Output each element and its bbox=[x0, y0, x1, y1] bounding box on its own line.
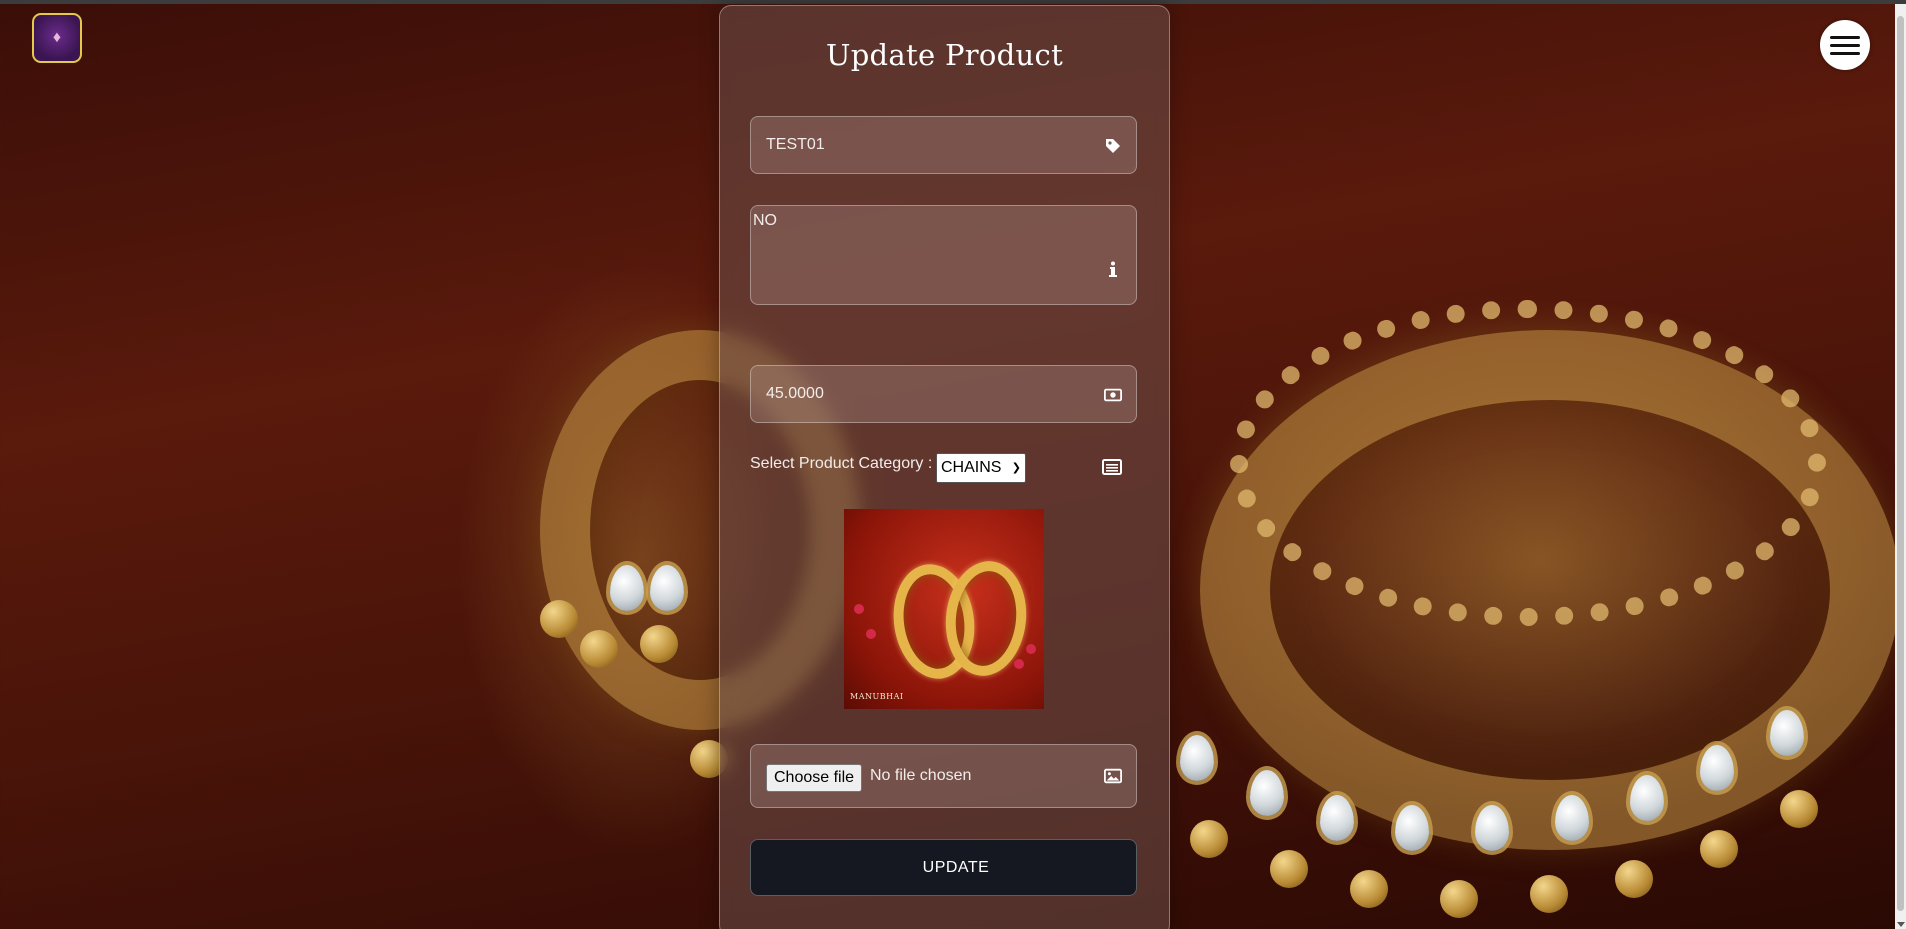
logo[interactable]: ♦ bbox=[32, 13, 82, 63]
tag-icon bbox=[1104, 137, 1122, 155]
preview-brand-logo: MANUBHAI bbox=[850, 692, 904, 701]
hamburger-menu-line bbox=[1830, 51, 1860, 55]
hamburger-menu-icon bbox=[1830, 35, 1860, 39]
page-title: Update Product bbox=[825, 38, 1064, 72]
choose-file-button[interactable]: Choose file bbox=[766, 764, 863, 792]
money-icon bbox=[1104, 386, 1122, 404]
menu-button[interactable] bbox=[1820, 20, 1870, 70]
category-row: Select Product Category : CHAINS ❯ bbox=[750, 453, 1137, 485]
description-field[interactable]: NO bbox=[750, 205, 1137, 305]
info-icon bbox=[1104, 260, 1122, 278]
vertical-scrollbar[interactable] bbox=[1895, 4, 1906, 929]
image-icon bbox=[1104, 767, 1122, 785]
logo-icon: ♦ bbox=[52, 29, 62, 46]
price-field[interactable]: 45.0000 bbox=[750, 365, 1137, 423]
update-button[interactable]: UPDATE bbox=[750, 839, 1137, 896]
hamburger-menu-line bbox=[1830, 43, 1860, 47]
scrollbar-thumb[interactable] bbox=[1897, 16, 1904, 911]
file-upload-field[interactable]: Choose file No file chosen bbox=[750, 744, 1137, 808]
file-status-text: No file chosen bbox=[870, 767, 972, 784]
list-icon bbox=[1102, 459, 1122, 480]
product-image-preview: MANUBHAI bbox=[844, 509, 1044, 709]
product-name-field[interactable]: TEST01 bbox=[750, 116, 1137, 174]
description-value[interactable]: NO bbox=[753, 212, 777, 230]
chevron-down-icon: ❯ bbox=[1011, 462, 1021, 474]
top-border bbox=[0, 0, 1906, 4]
category-select[interactable]: CHAINS ❯ bbox=[936, 453, 1026, 483]
scroll-down-arrow-icon[interactable] bbox=[1897, 922, 1905, 927]
category-label: Select Product Category : bbox=[750, 455, 933, 472]
product-name-value[interactable]: TEST01 bbox=[766, 136, 825, 154]
update-product-card: Update Product TEST01 NO 45.0000 Select … bbox=[719, 5, 1170, 929]
price-value[interactable]: 45.0000 bbox=[766, 385, 824, 403]
category-selected-value: CHAINS bbox=[941, 459, 1002, 476]
